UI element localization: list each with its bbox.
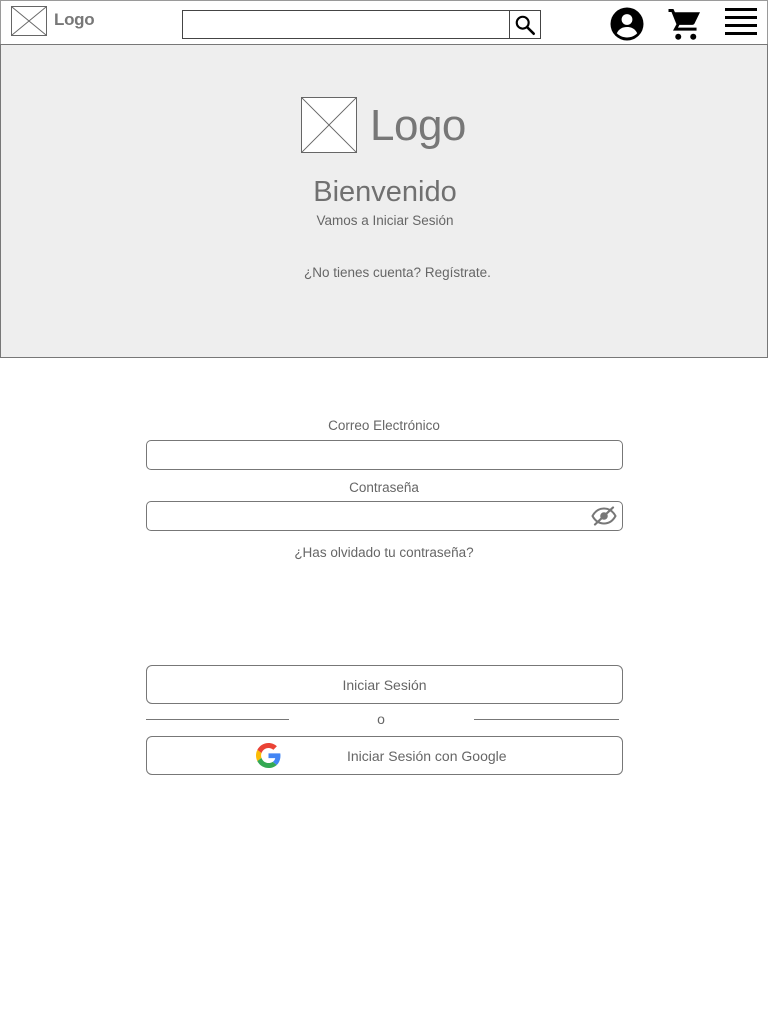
welcome-title: Bienvenido <box>313 176 457 208</box>
hero-logo-text: Logo <box>370 101 466 150</box>
welcome-subtitle: Vamos a Iniciar Sesión <box>316 213 454 228</box>
email-label: Correo Electrónico <box>328 418 440 433</box>
eye-off-icon <box>591 506 617 526</box>
divider-line-left <box>146 719 289 720</box>
divider-line-right <box>474 719 619 720</box>
forgot-password-link[interactable]: ¿Has olvidado tu contraseña? <box>0 545 768 560</box>
user-account-button[interactable] <box>608 5 646 43</box>
search-icon <box>515 15 535 35</box>
google-logo-icon <box>256 743 281 768</box>
login-button-label: Iniciar Sesión <box>342 677 427 693</box>
shopping-cart-icon <box>668 9 700 40</box>
logo-text[interactable]: Logo <box>54 10 95 30</box>
password-label: Contraseña <box>349 480 419 495</box>
shopping-cart-button[interactable] <box>665 5 705 43</box>
google-button-label: Iniciar Sesión con Google <box>347 748 507 764</box>
menu-button[interactable] <box>723 5 759 39</box>
top-navigation-bar: Logo <box>0 0 768 45</box>
search-button[interactable] <box>509 11 540 38</box>
search-input[interactable] <box>183 11 509 38</box>
search-bar <box>182 10 541 39</box>
email-field[interactable] <box>146 440 623 470</box>
welcome-hero: Logo Bienvenido Vamos a Iniciar Sesión ¿… <box>0 44 768 358</box>
login-button[interactable]: Iniciar Sesión <box>146 665 623 704</box>
password-field[interactable] <box>146 501 623 531</box>
logo-image-placeholder[interactable] <box>11 6 47 36</box>
password-visibility-toggle[interactable] <box>590 505 618 527</box>
hamburger-menu-icon <box>725 8 757 35</box>
divider-or-text: o <box>377 711 385 727</box>
google-login-button[interactable]: Iniciar Sesión con Google <box>146 736 623 775</box>
hero-logo-image-placeholder <box>301 97 357 153</box>
register-link[interactable]: ¿No tienes cuenta? Regístrate. <box>304 265 491 280</box>
account-circle-icon <box>610 7 644 41</box>
